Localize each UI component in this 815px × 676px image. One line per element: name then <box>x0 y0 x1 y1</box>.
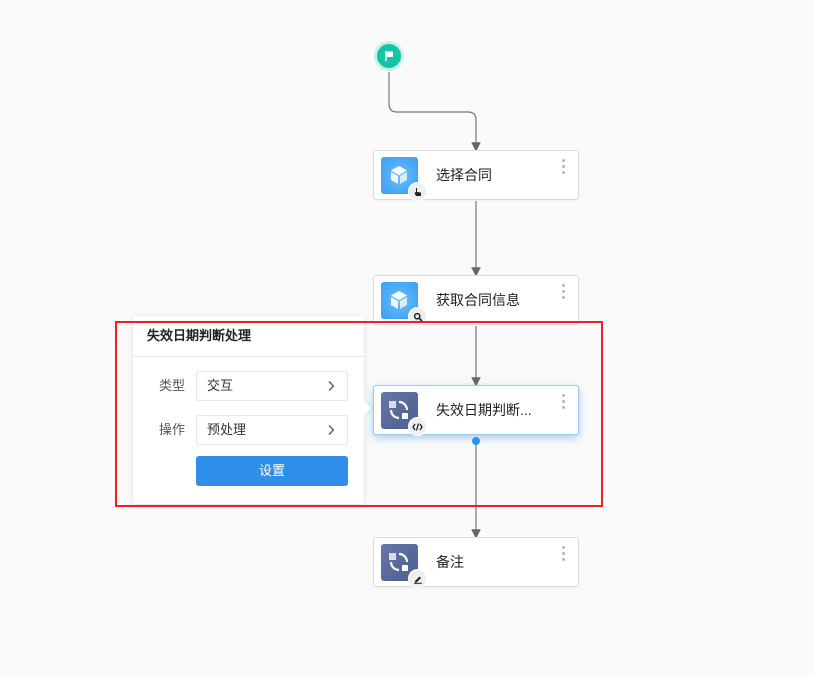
node-label: 备注 <box>436 554 464 570</box>
start-node[interactable] <box>374 41 404 71</box>
flow-node-select-contract[interactable]: 选择合同 <box>373 150 579 201</box>
chevron-right-icon <box>328 381 335 391</box>
hand-pointer-icon <box>408 182 427 201</box>
settings-button[interactable]: 设置 <box>196 456 348 486</box>
flow-node-remark[interactable]: 备注 <box>373 537 579 588</box>
cube-icon <box>391 166 407 184</box>
type-select[interactable]: 交互 <box>196 371 348 401</box>
more-options-icon[interactable] <box>562 394 566 409</box>
node-type-icon <box>381 282 427 326</box>
more-options-icon[interactable] <box>562 159 566 174</box>
popover-arrow <box>356 400 372 416</box>
flow-node-expiry-date-check[interactable]: 失效日期判断... <box>373 385 579 436</box>
cube-icon <box>391 291 407 309</box>
flag-icon <box>385 51 393 61</box>
cycle-icon <box>389 552 409 572</box>
edit-icon <box>408 569 427 588</box>
operation-select[interactable]: 预处理 <box>196 415 348 445</box>
operation-row: 操作 预处理 <box>133 415 364 445</box>
type-label: 类型 <box>159 378 186 393</box>
code-icon <box>408 417 427 436</box>
cycle-icon <box>389 400 409 420</box>
flow-node-get-contract-info[interactable]: 获取合同信息 <box>373 275 579 326</box>
popover-title: 失效日期判断处理 <box>133 316 364 357</box>
edge-start-to-select <box>388 72 481 152</box>
node-settings-popover: 失效日期判断处理 类型 交互 操作 预处理 设置 <box>133 316 372 504</box>
type-value: 交互 <box>207 378 234 393</box>
node-type-icon <box>381 544 427 588</box>
node-type-icon <box>381 157 427 201</box>
search-icon <box>408 307 427 326</box>
more-options-icon[interactable] <box>562 546 566 561</box>
operation-value: 预处理 <box>207 422 247 437</box>
more-options-icon[interactable] <box>562 284 566 299</box>
node-label: 选择合同 <box>436 167 492 183</box>
output-port[interactable] <box>472 437 480 445</box>
node-label: 失效日期判断... <box>436 402 532 418</box>
chevron-right-icon <box>328 425 335 435</box>
type-row: 类型 交互 <box>133 371 364 401</box>
flow-canvas[interactable]: 选择合同 获取合同信息 失效日期判断... 备注 失效日期判断处理 类型 交互 … <box>0 0 815 676</box>
node-type-icon <box>381 392 427 436</box>
operation-label: 操作 <box>159 422 186 437</box>
node-label: 获取合同信息 <box>436 292 520 308</box>
